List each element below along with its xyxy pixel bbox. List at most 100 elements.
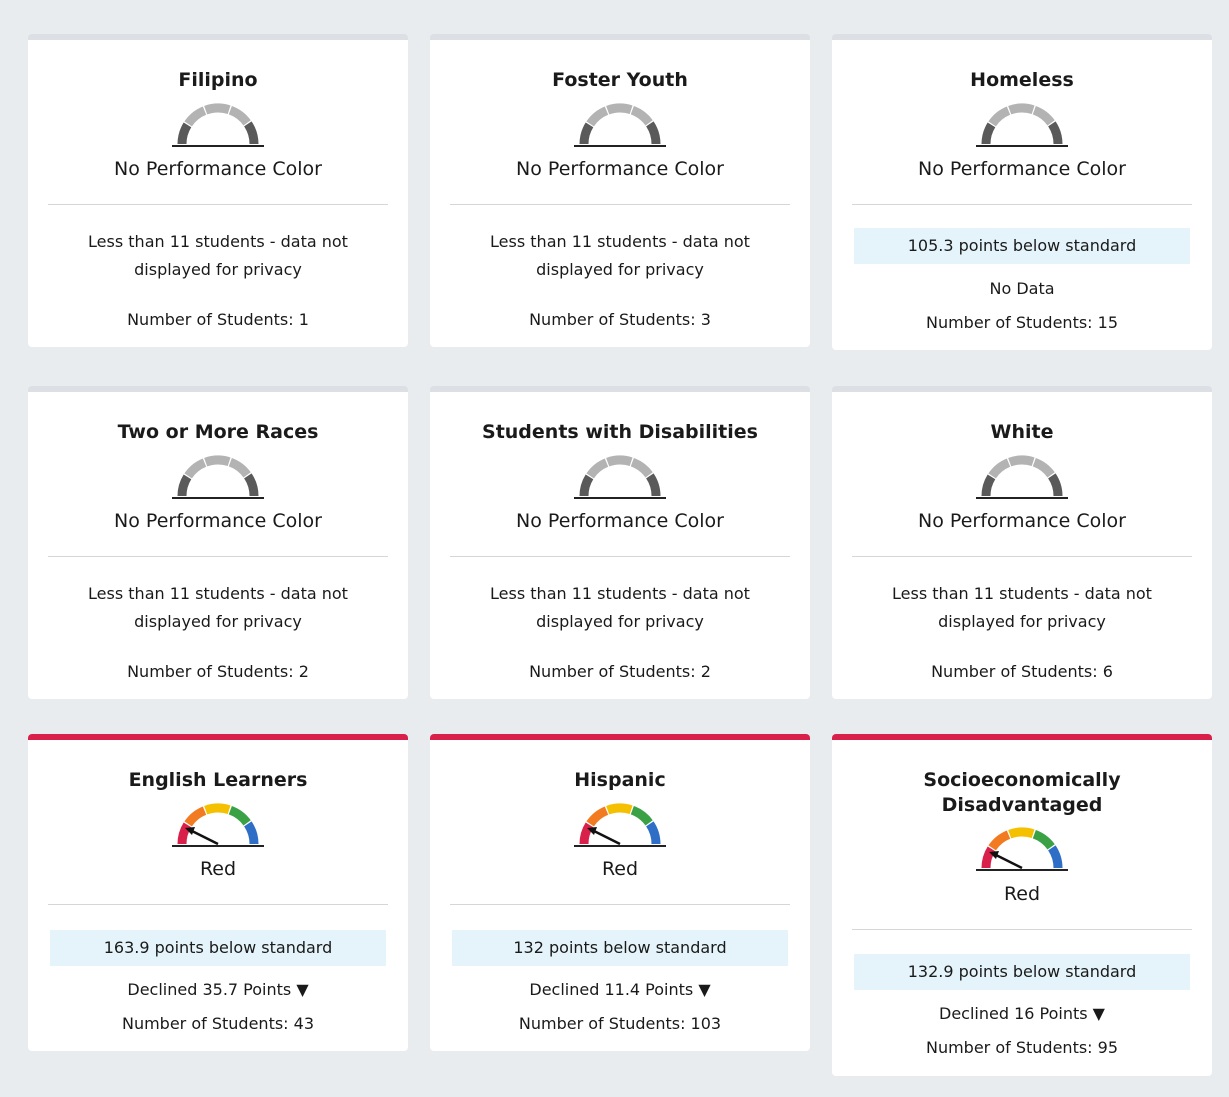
gauge-segment <box>1032 457 1055 478</box>
gauge-segment <box>981 122 996 145</box>
student-count: Number of Students: 1 <box>127 310 309 329</box>
divider <box>450 204 790 205</box>
divider <box>852 929 1192 930</box>
change-text: Declined 16 Points ▼ <box>939 1004 1105 1023</box>
gauge-segment <box>228 457 251 478</box>
gauge-segment <box>243 473 259 497</box>
divider <box>450 904 790 905</box>
divider <box>48 904 388 905</box>
student-count: Number of Students: 15 <box>925 313 1119 332</box>
student-count: Number of Students: 2 <box>529 662 711 681</box>
privacy-note: Less than 11 students - data not display… <box>892 584 1152 631</box>
performance-color-label: No Performance Color <box>114 158 322 180</box>
gauge-segment <box>177 822 192 845</box>
gauge-segment <box>988 458 1011 479</box>
performance-gauge-icon <box>168 452 268 502</box>
student-count: Number of Students: 3 <box>529 310 711 329</box>
card-title: Homeless <box>970 69 1074 91</box>
privacy-note: Less than 11 students - data not display… <box>88 584 348 631</box>
privacy-note: Less than 11 students - data not display… <box>88 232 348 279</box>
card-title: White <box>990 421 1054 443</box>
student-group-card-socioeconomically-disadvantaged: Socioeconomically Disadvantaged Red 132.… <box>832 734 1212 1076</box>
gauge-segment <box>204 455 231 467</box>
gauge-segment <box>243 121 259 145</box>
divider <box>852 556 1192 557</box>
divider <box>852 204 1192 205</box>
privacy-note: Less than 11 students - data not display… <box>490 232 750 279</box>
gauge-segment <box>586 806 609 827</box>
gauge-segment <box>1008 455 1035 467</box>
card-title: Socioeconomically Disadvantaged <box>923 769 1121 816</box>
gauge-segment <box>228 805 251 826</box>
change-text: No Data <box>989 279 1055 298</box>
divider <box>48 204 388 205</box>
performance-color-label: Red <box>1003 883 1041 905</box>
gauge-segment <box>988 830 1011 851</box>
gauge-segment <box>579 822 594 845</box>
student-count: Number of Students: 2 <box>127 662 309 681</box>
gauge-segment <box>1008 827 1035 839</box>
status-box: 132.9 points below standard <box>854 954 1190 990</box>
gauge-segment <box>645 821 661 845</box>
gauge-segment <box>630 105 653 126</box>
performance-gauge-icon <box>168 800 268 850</box>
gauge-segment <box>177 474 192 497</box>
student-count: Number of Students: 103 <box>518 1014 722 1033</box>
gauge-segment <box>579 474 594 497</box>
student-group-card-filipino: Filipino No Performance Color Less than … <box>28 34 408 347</box>
performance-gauge-icon <box>570 800 670 850</box>
gauge-segment <box>606 455 633 467</box>
gauge-segment <box>981 846 996 869</box>
change-text: Declined 35.7 Points ▼ <box>127 980 309 999</box>
gauge-segment <box>586 458 609 479</box>
performance-gauge-icon <box>972 100 1072 150</box>
gauge-needle <box>591 828 621 846</box>
student-count: Number of Students: 6 <box>931 662 1113 681</box>
student-group-card-english-learners: English Learners Red 163.9 points below … <box>28 734 408 1051</box>
gauge-segment <box>645 473 661 497</box>
gauge-segment <box>586 106 609 127</box>
performance-color-label: No Performance Color <box>114 510 322 532</box>
gauge-segment <box>1032 105 1055 126</box>
gauge-segment <box>630 805 653 826</box>
status-box: 163.9 points below standard <box>50 930 386 966</box>
performance-color-label: No Performance Color <box>516 158 724 180</box>
performance-gauge-icon <box>972 452 1072 502</box>
gauge-segment <box>228 105 251 126</box>
gauge-segment <box>204 103 231 115</box>
gauge-segment <box>606 103 633 115</box>
status-box: 132 points below standard <box>452 930 788 966</box>
privacy-note: Less than 11 students - data not display… <box>490 584 750 631</box>
performance-gauge-icon <box>972 824 1072 874</box>
student-group-card-homeless: Homeless No Performance Color 105.3 poin… <box>832 34 1212 350</box>
gauge-segment <box>1047 845 1063 869</box>
performance-color-label: Red <box>601 858 639 880</box>
change-text: Declined 11.4 Points ▼ <box>529 980 711 999</box>
performance-gauge-icon <box>570 100 670 150</box>
card-title: Students with Disabilities <box>482 421 758 443</box>
performance-gauge-icon <box>168 100 268 150</box>
gauge-segment <box>184 458 207 479</box>
gauge-segment <box>988 106 1011 127</box>
student-group-card-hispanic: Hispanic Red 132 points below standard D… <box>430 734 810 1051</box>
student-group-card-foster-youth: Foster Youth No Performance Color Less t… <box>430 34 810 347</box>
student-group-card-students-with-disabilities: Students with Disabilities No Performanc… <box>430 386 810 699</box>
gauge-needle <box>993 852 1023 870</box>
student-count: Number of Students: 43 <box>121 1014 315 1033</box>
student-count: Number of Students: 95 <box>925 1038 1119 1057</box>
gauge-segment <box>981 474 996 497</box>
divider <box>450 556 790 557</box>
gauge-segment <box>645 121 661 145</box>
performance-color-label: No Performance Color <box>918 158 1126 180</box>
card-title: Hispanic <box>574 769 666 791</box>
gauge-segment <box>177 122 192 145</box>
gauge-segment <box>1032 829 1055 850</box>
performance-gauge-icon <box>570 452 670 502</box>
gauge-segment <box>630 457 653 478</box>
card-title: Filipino <box>178 69 258 91</box>
performance-color-label: Red <box>199 858 237 880</box>
gauge-needle <box>189 828 219 846</box>
card-title: Two or More Races <box>117 421 319 443</box>
card-title: Foster Youth <box>552 69 688 91</box>
student-group-card-white: White No Performance Color Less than 11 … <box>832 386 1212 699</box>
